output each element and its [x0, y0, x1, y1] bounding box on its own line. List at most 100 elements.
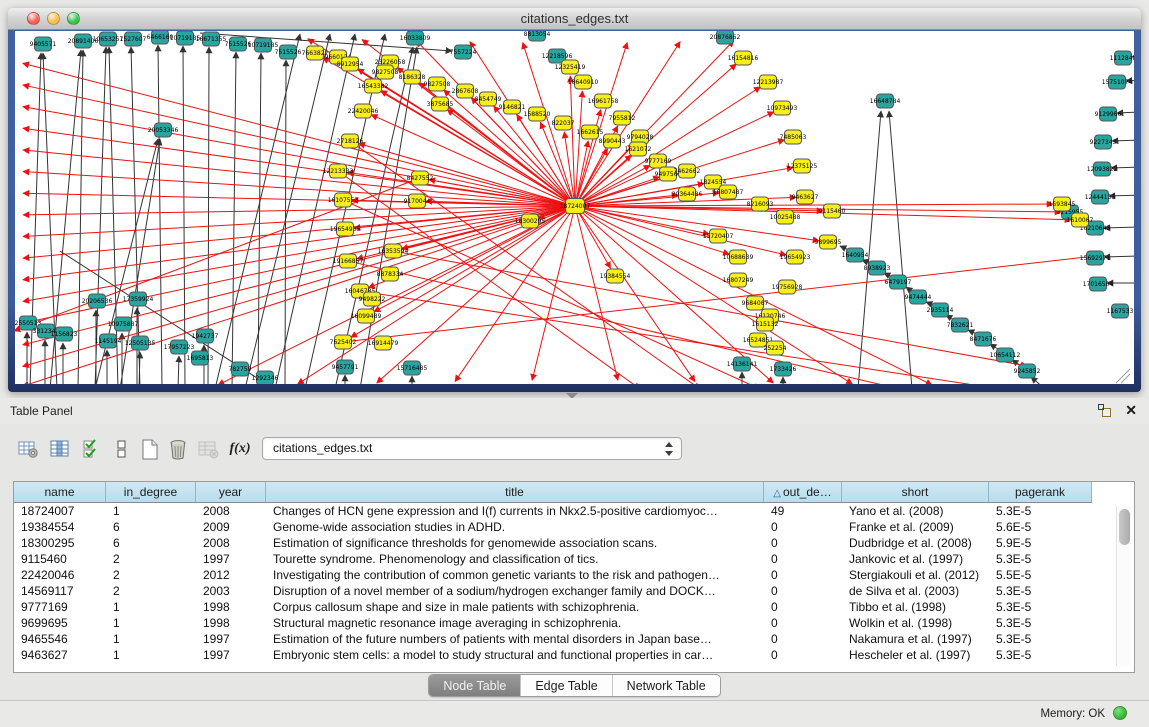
graph-node-label: 20053346 — [148, 127, 179, 134]
network-graph: 9405571208914061065325715276076466160107… — [15, 31, 1134, 384]
table-cell: Disruption of a novel member of a sodium… — [266, 583, 764, 599]
network-frame: 9405571208914061065325715276076466160107… — [8, 30, 1141, 392]
table-cell: 2003 — [196, 583, 266, 599]
function-builder-icon[interactable]: f(x) — [228, 436, 252, 462]
tab-edge-table[interactable]: Edge Table — [521, 675, 612, 696]
graph-node-label: 1640954 — [842, 252, 869, 259]
table-cell: 1997 — [196, 647, 266, 663]
graph-node-label: 2935114 — [927, 307, 954, 314]
table-row[interactable]: 1872400712008Changes of HCN gene express… — [14, 503, 1112, 519]
table-body: 1872400712008Changes of HCN gene express… — [14, 503, 1112, 663]
table-cell: Dudbridge et al. (2008) — [842, 535, 989, 551]
table-selector-dropdown[interactable]: citations_edges.txt — [262, 437, 682, 460]
close-panel-icon[interactable]: ✕ — [1125, 402, 1137, 419]
network-canvas[interactable]: 9405571208914061065325715276076466160107… — [15, 31, 1134, 384]
graph-node-label: 9129966 — [1095, 111, 1122, 118]
graph-node-label: 9684067 — [742, 300, 769, 307]
graph-node-label: 10719185 — [248, 42, 279, 49]
select-columns-icon[interactable] — [80, 436, 104, 462]
column-header-out_de[interactable]: △out_de… — [764, 482, 842, 503]
table-cell: Estimation of significance thresholds fo… — [266, 535, 764, 551]
table-cell: de Silva et al. (2003) — [842, 583, 989, 599]
table-cell: Investigating the contribution of common… — [266, 567, 764, 583]
column-header-name[interactable]: name — [14, 482, 106, 503]
table-cell: Estimation of the future numbers of pati… — [266, 631, 764, 647]
graph-node-label: 22420046 — [348, 108, 379, 115]
graph-node-label: 8216093 — [747, 201, 774, 208]
table-row[interactable]: 946362711997Embryonic stem cells: a mode… — [14, 647, 1112, 663]
table-row[interactable]: 1938455462009Genome-wide association stu… — [14, 519, 1112, 535]
graph-node-label: 8912954 — [337, 61, 364, 68]
graph-edge — [78, 50, 83, 384]
graph-node-label: 20876862 — [710, 34, 741, 41]
graph-node-label: 15692971 — [1080, 255, 1111, 262]
import-table-icon-disabled — [196, 436, 220, 462]
float-panel-icon[interactable] — [1097, 404, 1113, 418]
graph-node-label: 16543382 — [358, 83, 389, 90]
graph-node-label: 7515526 — [275, 49, 302, 56]
graph-node-label: 16154816 — [728, 55, 759, 62]
window-titlebar[interactable]: citations_edges.txt — [8, 8, 1141, 30]
graph-node-label: 14136141 — [727, 361, 758, 368]
column-header-title[interactable]: title — [266, 482, 764, 503]
table-cell: 5.3E-5 — [989, 599, 1092, 615]
graph-node-label: 17359924 — [123, 296, 154, 303]
table-cell: 5.3E-5 — [989, 647, 1092, 663]
table-cell: 5.3E-5 — [989, 615, 1092, 631]
graph-node-label: 7955812 — [609, 115, 636, 122]
table-cell: Changes of HCN gene expression and I(f) … — [266, 503, 764, 519]
graph-edge — [23, 206, 575, 301]
tab-node-table[interactable]: Node Table — [429, 675, 521, 696]
graph-node-label: 12325419 — [555, 64, 586, 71]
table-cell: Jankovic et al. (1997) — [842, 551, 989, 567]
tab-network-table[interactable]: Network Table — [613, 675, 720, 696]
graph-node-label: 8427552 — [407, 175, 434, 182]
table-cell: 2008 — [196, 503, 266, 519]
column-header-pagerank[interactable]: pagerank — [989, 482, 1092, 503]
graph-node-label: 1292346 — [252, 375, 279, 382]
table-row[interactable]: 969969511998Structural magnetic resonanc… — [14, 615, 1112, 631]
table-cell: 5.5E-5 — [989, 567, 1092, 583]
table-cell: 9777169 — [14, 599, 106, 615]
scrollbar-thumb[interactable] — [1119, 509, 1130, 545]
graph-node-label: 16807249 — [723, 277, 754, 284]
table-row[interactable]: 1456911722003Disruption of a novel membe… — [14, 583, 1112, 599]
table-options-icon[interactable] — [16, 436, 40, 462]
table-cell: 1 — [106, 615, 196, 631]
table-header-row: namein_degreeyeartitle△out_de…shortpager… — [14, 482, 1092, 503]
column-header-in_degree[interactable]: in_degree — [106, 482, 196, 503]
resize-grip-icon[interactable] — [1121, 374, 1130, 383]
new-table-icon[interactable] — [138, 436, 162, 462]
graph-node-label: 9170044 — [404, 198, 431, 205]
show-columns-icon[interactable] — [48, 436, 72, 462]
table-row[interactable]: 946554611997Estimation of the future num… — [14, 631, 1112, 647]
memory-status-indicator[interactable] — [1113, 706, 1127, 720]
table-cell: Yano et al. (2008) — [842, 503, 989, 519]
table-cell: Corpus callosum shape and size in male p… — [266, 599, 764, 615]
graph-edge — [575, 206, 773, 383]
table-cell: 6 — [106, 519, 196, 535]
table-row[interactable]: 2242004622012Investigating the contribut… — [14, 567, 1112, 583]
table-row[interactable]: 911546021997Tourette syndrome. Phenomeno… — [14, 551, 1112, 567]
graph-node-label: 19654923 — [780, 254, 811, 261]
table-cell: 14569117 — [14, 583, 106, 599]
vertical-scrollbar[interactable] — [1116, 506, 1131, 666]
memory-status-label: Memory: OK — [1040, 708, 1105, 720]
graph-node-label: 17957223 — [164, 344, 195, 351]
graph-edge — [575, 206, 786, 255]
graph-edge — [158, 45, 162, 384]
graph-node-label: 20364486 — [672, 191, 703, 198]
row-height-icon[interactable] — [110, 436, 134, 462]
graph-node-label: 782759 — [229, 366, 252, 373]
column-header-year[interactable]: year — [196, 482, 266, 503]
delete-table-icon[interactable] — [166, 436, 190, 462]
table-cell: 0 — [764, 551, 842, 567]
graph-node-label: 9405571 — [30, 41, 57, 48]
graph-node-label: 16107553 — [328, 197, 359, 204]
column-header-short[interactable]: short — [842, 482, 989, 503]
graph-node-label: 8471676 — [970, 336, 997, 343]
graph-node-label: 9227343 — [1090, 139, 1117, 146]
table-cell: 2 — [106, 583, 196, 599]
table-row[interactable]: 1830029562008Estimation of significance … — [14, 535, 1112, 551]
table-row[interactable]: 977716911998Corpus callosum shape and si… — [14, 599, 1112, 615]
